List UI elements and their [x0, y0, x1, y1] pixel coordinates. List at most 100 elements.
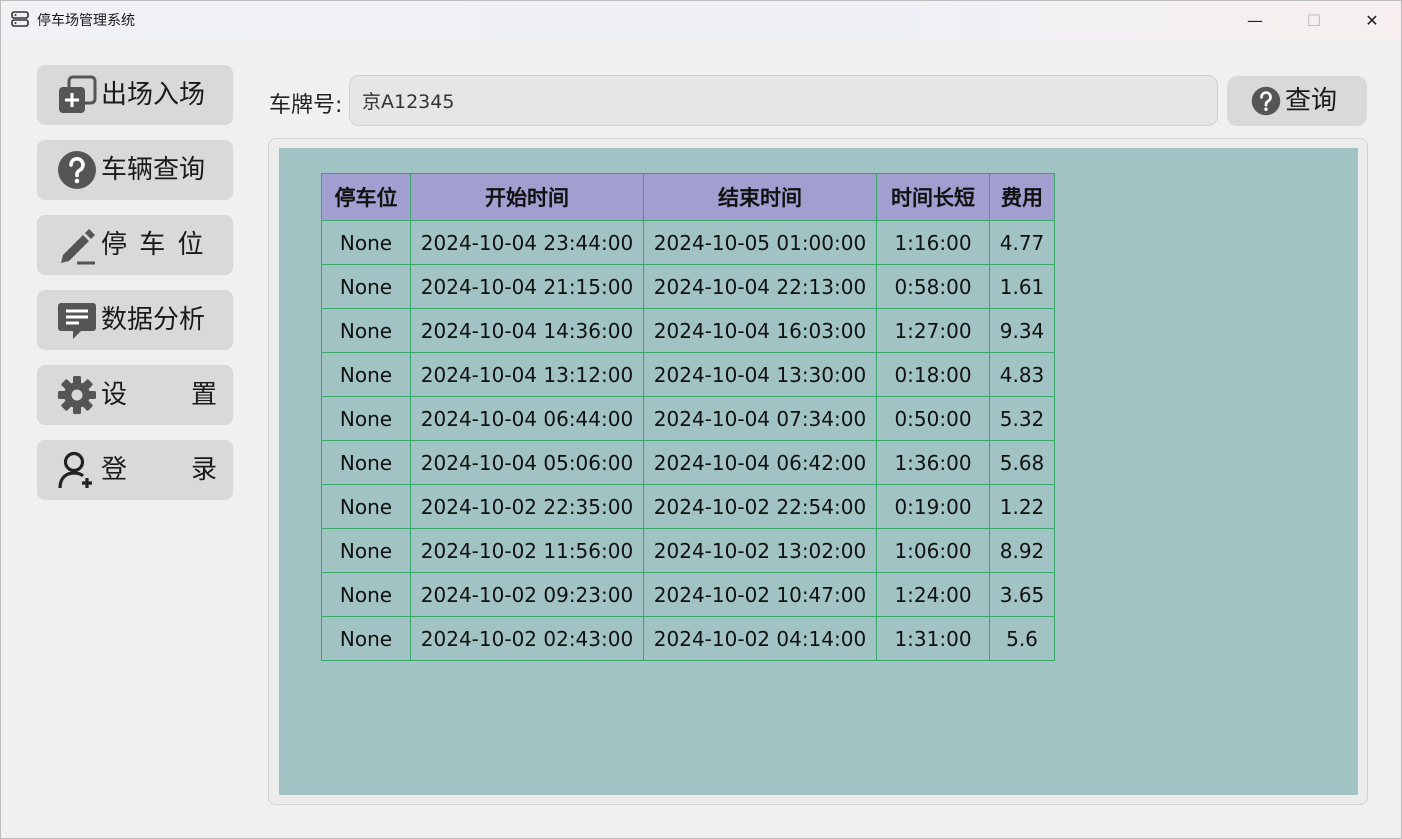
table-cell[interactable]: 4.77 [989, 220, 1055, 265]
table-cell[interactable]: 5.32 [989, 396, 1055, 441]
table-row[interactable]: None 2024-10-02 09:23:00 2024-10-02 10:47:… [321, 572, 1055, 617]
sidebar-item-parking-space[interactable]: 停 车 位 [37, 215, 233, 275]
column-header[interactable]: 结束时间 [643, 173, 877, 221]
column-header[interactable]: 时间长短 [876, 173, 990, 221]
table-row[interactable]: None 2024-10-04 21:15:00 2024-10-04 22:13:… [321, 264, 1055, 309]
maximize-icon: ☐ [1306, 10, 1322, 30]
table-cell[interactable]: 2024-10-04 05:06:00 [410, 440, 644, 485]
table-cell[interactable]: None [321, 572, 411, 617]
table-cell[interactable]: 0:50:00 [876, 396, 990, 441]
table-cell[interactable]: None [321, 528, 411, 573]
table-cell[interactable]: None [321, 616, 411, 661]
table-cell[interactable]: 0:58:00 [876, 264, 990, 309]
table-cell[interactable]: None [321, 264, 411, 309]
table-cell[interactable]: 2024-10-04 22:13:00 [643, 264, 877, 309]
table-cell[interactable]: 2024-10-04 23:44:00 [410, 220, 644, 265]
table-row[interactable]: None 2024-10-04 23:44:00 2024-10-05 01:00:… [321, 220, 1055, 265]
sidebar-item-label: 车辆查询 [101, 155, 206, 185]
table-cell[interactable]: 2024-10-04 14:36:00 [410, 308, 644, 353]
table-cell[interactable]: 1:06:00 [876, 528, 990, 573]
table-cell[interactable]: 2024-10-02 02:43:00 [410, 616, 644, 661]
gear-icon [57, 375, 97, 415]
enter-exit-icon [57, 75, 97, 115]
table-row[interactable]: None 2024-10-04 13:12:00 2024-10-04 13:30:… [321, 352, 1055, 397]
query-button[interactable]: 查询 [1227, 76, 1367, 126]
plate-number-input[interactable] [349, 75, 1218, 126]
table-cell[interactable]: None [321, 308, 411, 353]
table-cell[interactable]: 2024-10-02 11:56:00 [410, 528, 644, 573]
table-cell[interactable]: 2024-10-05 01:00:00 [643, 220, 877, 265]
question-icon [1251, 86, 1281, 116]
table-cell[interactable]: None [321, 396, 411, 441]
label-part: 置 [190, 380, 217, 410]
table-cell[interactable]: 2024-10-02 13:02:00 [643, 528, 877, 573]
table-cell[interactable]: None [321, 352, 411, 397]
table-cell[interactable]: 1:16:00 [876, 220, 990, 265]
sidebar-item-label: 出场入场 [101, 80, 206, 110]
table-cell[interactable]: 3.65 [989, 572, 1055, 617]
column-header[interactable]: 费用 [989, 173, 1055, 221]
maximize-button[interactable]: ☐ [1285, 1, 1343, 39]
parking-records-table: 停车位 开始时间 结束时间 时间长短 费用 None 2024-10-04 23:44:0… [321, 173, 1055, 661]
table-cell[interactable]: None [321, 440, 411, 485]
table-cell[interactable]: 1:36:00 [876, 440, 990, 485]
table-cell[interactable]: None [321, 484, 411, 529]
table-cell[interactable]: 5.68 [989, 440, 1055, 485]
minimize-button[interactable]: — [1226, 1, 1284, 39]
table-cell[interactable]: 9.34 [989, 308, 1055, 353]
table-cell[interactable]: 0:18:00 [876, 352, 990, 397]
close-icon: ✕ [1365, 10, 1379, 30]
column-header[interactable]: 停车位 [321, 173, 411, 221]
sidebar-item-label: 设 置 [101, 378, 217, 412]
sidebar-item-label: 数据分析 [101, 305, 206, 335]
app-window: 停车场管理系统 — ☐ ✕ 出场入场 车辆查询 停 车 位 数据分析 设 置 登… [0, 0, 1402, 839]
plate-number-label: 车牌号: [269, 93, 343, 118]
table-cell[interactable]: 2024-10-02 10:47:00 [643, 572, 877, 617]
sidebar-item-data-analysis[interactable]: 数据分析 [37, 290, 233, 350]
table-cell[interactable]: 8.92 [989, 528, 1055, 573]
close-button[interactable]: ✕ [1343, 1, 1401, 39]
table-header-row: 停车位 开始时间 结束时间 时间长短 费用 [321, 173, 1055, 221]
sidebar-item-label: 登 录 [101, 453, 217, 487]
label-part: 登 [101, 455, 128, 485]
table-cell[interactable]: None [321, 220, 411, 265]
column-header[interactable]: 开始时间 [410, 173, 644, 221]
table-cell[interactable]: 1.61 [989, 264, 1055, 309]
table-cell[interactable]: 2024-10-02 09:23:00 [410, 572, 644, 617]
sidebar-item-vehicle-query[interactable]: 车辆查询 [37, 140, 233, 200]
user-add-icon [57, 450, 97, 490]
server-icon [11, 11, 29, 27]
table-cell[interactable]: 2024-10-04 07:34:00 [643, 396, 877, 441]
table-cell[interactable]: 4.83 [989, 352, 1055, 397]
table-row[interactable]: None 2024-10-02 11:56:00 2024-10-02 13:02:… [321, 528, 1055, 573]
table-cell[interactable]: 1:31:00 [876, 616, 990, 661]
table-row[interactable]: None 2024-10-02 22:35:00 2024-10-02 22:54:… [321, 484, 1055, 529]
table-cell[interactable]: 5.6 [989, 616, 1055, 661]
chat-bubble-icon [57, 300, 97, 340]
table-cell[interactable]: 2024-10-02 22:35:00 [410, 484, 644, 529]
sidebar-item-login[interactable]: 登 录 [37, 440, 233, 500]
table-cell[interactable]: 2024-10-04 21:15:00 [410, 264, 644, 309]
table-row[interactable]: None 2024-10-02 02:43:00 2024-10-02 04:14:… [321, 616, 1055, 661]
table-cell[interactable]: 1.22 [989, 484, 1055, 529]
table-cell[interactable]: 2024-10-02 04:14:00 [643, 616, 877, 661]
table-cell[interactable]: 2024-10-04 06:42:00 [643, 440, 877, 485]
sidebar-item-label: 停 车 位 [101, 230, 206, 260]
question-icon [57, 150, 97, 190]
window-title: 停车场管理系统 [37, 13, 135, 29]
table-cell[interactable]: 2024-10-02 22:54:00 [643, 484, 877, 529]
table-row[interactable]: None 2024-10-04 05:06:00 2024-10-04 06:42:… [321, 440, 1055, 485]
table-cell[interactable]: 2024-10-04 06:44:00 [410, 396, 644, 441]
table-row[interactable]: None 2024-10-04 14:36:00 2024-10-04 16:03:… [321, 308, 1055, 353]
table-cell[interactable]: 1:27:00 [876, 308, 990, 353]
label-part: 设 [101, 380, 128, 410]
table-row[interactable]: None 2024-10-04 06:44:00 2024-10-04 07:34:… [321, 396, 1055, 441]
table-cell[interactable]: 2024-10-04 13:30:00 [643, 352, 877, 397]
table-cell[interactable]: 1:24:00 [876, 572, 990, 617]
table-cell[interactable]: 2024-10-04 16:03:00 [643, 308, 877, 353]
minimize-icon: — [1247, 10, 1263, 30]
sidebar-item-settings[interactable]: 设 置 [37, 365, 233, 425]
table-cell[interactable]: 0:19:00 [876, 484, 990, 529]
table-cell[interactable]: 2024-10-04 13:12:00 [410, 352, 644, 397]
sidebar-item-enter-exit[interactable]: 出场入场 [37, 65, 233, 125]
